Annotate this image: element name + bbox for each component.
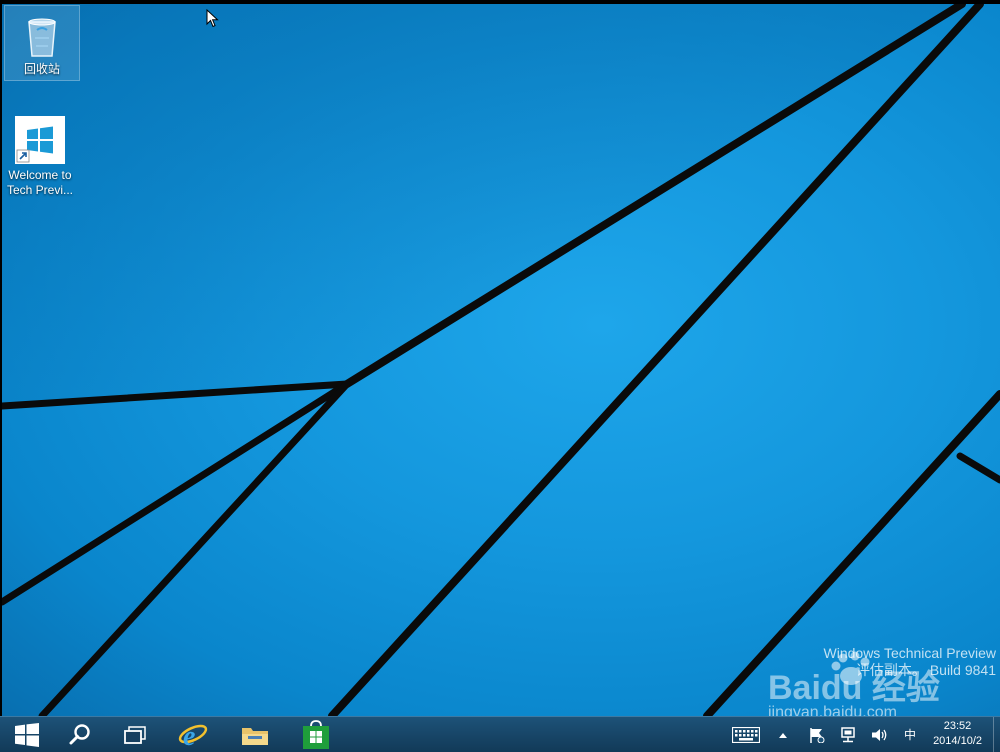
desktop-icon-recycle-bin[interactable]: 回收站 bbox=[4, 5, 80, 81]
folder-icon bbox=[242, 727, 268, 745]
ie-icon: e bbox=[178, 721, 208, 750]
flag-icon bbox=[810, 727, 825, 743]
action-center-button[interactable] bbox=[806, 717, 828, 752]
touch-keyboard-button[interactable] bbox=[728, 717, 764, 752]
welcome-label-line1: Welcome to bbox=[8, 168, 72, 182]
keyboard-icon bbox=[732, 726, 760, 743]
build-watermark-line2: 评估副本。 Build 9841 bbox=[855, 662, 996, 678]
desktop-icon-welcome[interactable]: Welcome to Tech Previ... bbox=[3, 112, 77, 198]
network-icon bbox=[841, 726, 855, 742]
ime-label: 中 bbox=[903, 728, 916, 742]
taskbar: e 中 23:52 2014/10/2 bbox=[0, 716, 1000, 752]
recycle-bin-label: 回收站 bbox=[23, 62, 60, 76]
search-button[interactable] bbox=[55, 717, 105, 752]
task-view-button[interactable] bbox=[110, 717, 160, 752]
build-watermark: Windows Technical Preview 评估副本。 Build 98… bbox=[824, 645, 996, 679]
file-explorer-button[interactable] bbox=[230, 717, 280, 752]
windows-tile-icon bbox=[15, 116, 65, 166]
windows-logo-icon bbox=[15, 722, 39, 747]
speaker-icon bbox=[872, 728, 887, 741]
show-desktop-button[interactable] bbox=[993, 717, 1000, 752]
chevron-up-icon bbox=[779, 732, 787, 738]
wallpaper bbox=[2, 4, 1000, 716]
internet-explorer-button[interactable]: e bbox=[168, 717, 218, 752]
show-hidden-icons-button[interactable] bbox=[774, 717, 792, 752]
recycle-bin-icon bbox=[17, 10, 67, 60]
store-button[interactable] bbox=[291, 717, 341, 752]
network-button[interactable] bbox=[836, 717, 860, 752]
mouse-cursor-icon bbox=[206, 9, 219, 28]
clock-time: 23:52 bbox=[943, 720, 972, 732]
clock-date: 2014/10/2 bbox=[933, 735, 982, 747]
baidu-url-text: jingyan.baidu.com bbox=[768, 704, 897, 716]
taskbar-clock[interactable]: 23:52 2014/10/2 bbox=[933, 719, 982, 749]
build-watermark-line1: Windows Technical Preview bbox=[823, 645, 996, 661]
task-view-icon bbox=[124, 725, 146, 744]
volume-button[interactable] bbox=[868, 717, 892, 752]
start-button[interactable] bbox=[2, 717, 52, 752]
svg-text:e: e bbox=[183, 721, 195, 750]
welcome-label-line2: Tech Previ... bbox=[6, 183, 74, 197]
input-method-indicator[interactable]: 中 bbox=[898, 717, 922, 752]
desktop[interactable]: 回收站 Welcome to Tech Previ... Baidu 经验 ji… bbox=[2, 4, 1000, 716]
search-icon bbox=[69, 723, 90, 744]
store-icon bbox=[303, 719, 329, 749]
